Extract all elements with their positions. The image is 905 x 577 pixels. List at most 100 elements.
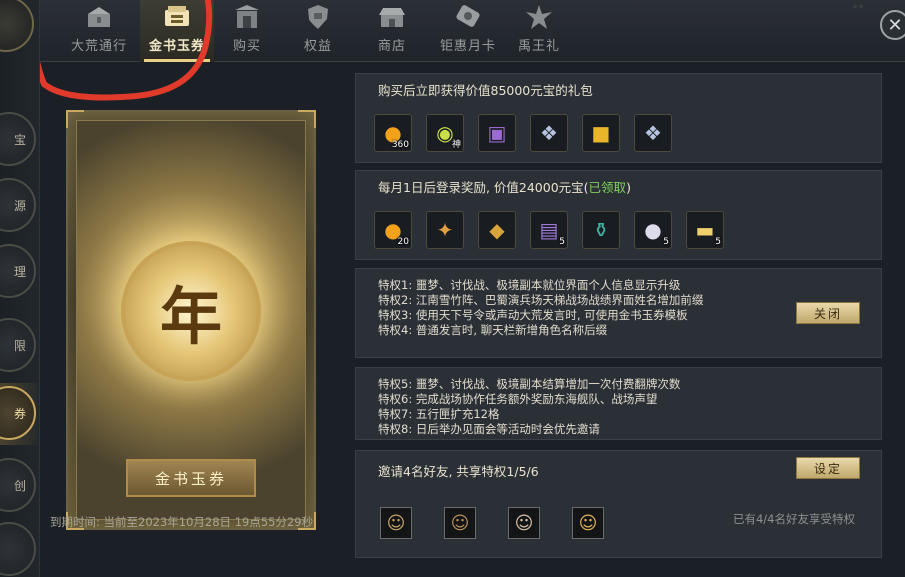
- tab-yuwang-gift[interactable]: 禹王礼: [502, 0, 576, 62]
- privilege-line: 特权1: 噩梦、讨伐战、极境副本就位界面个人信息显示升级: [378, 278, 681, 292]
- tab-benefits[interactable]: 权益: [281, 0, 355, 62]
- sidebar-item-2[interactable]: 源: [0, 178, 36, 232]
- card-banner: 金书玉券: [126, 459, 256, 497]
- friend-avatar-icon[interactable]: ☺: [444, 507, 476, 539]
- shared-friends-note: 已有4/4名好友享受特权: [732, 512, 855, 526]
- tab-purchase[interactable]: 购买: [210, 0, 284, 62]
- privilege-line: 特权5: 噩梦、讨伐战、极境副本结算增加一次付费翻牌次数: [378, 377, 681, 391]
- close-icon: ✕: [887, 14, 903, 36]
- shop-icon: [377, 3, 407, 31]
- tab-dahuang-pass[interactable]: 大荒通行: [62, 0, 136, 62]
- setup-button[interactable]: 设定: [796, 457, 860, 479]
- monthly-title-suffix: ): [626, 180, 631, 195]
- avatar-glyph: ☺: [514, 512, 534, 534]
- left-sidebar: 宝 源 理 限 券 创: [0, 0, 40, 577]
- divine-orb-icon[interactable]: ◉ 神: [426, 114, 464, 152]
- privilege-line: 特权4: 普通发言时, 聊天栏新增角色名称后缀: [378, 323, 608, 337]
- pearl-icon[interactable]: ● 5: [634, 211, 672, 249]
- pass-card-panel: 年 金书玉券: [42, 72, 344, 562]
- sidebar-item-label: 限: [13, 338, 26, 353]
- friend-avatar-row: ☺ ☺ ☺ ☺: [380, 507, 604, 539]
- item-qty: 5: [559, 237, 565, 247]
- friend-avatar-icon[interactable]: ☺: [508, 507, 540, 539]
- corner-ornament: [298, 110, 316, 128]
- close-button[interactable]: ✕: [880, 10, 905, 40]
- item-glyph: ▣: [487, 121, 507, 145]
- item-qty: 5: [715, 237, 721, 247]
- tab-label: 大荒通行: [70, 39, 127, 54]
- silver-box-icon[interactable]: ❖: [530, 114, 568, 152]
- jade-vase-icon[interactable]: ⚱: [582, 211, 620, 249]
- privileges-section-1: 特权1: 噩梦、讨伐战、极境副本就位界面个人信息显示升级 特权2: 江南雪竹阵、…: [355, 268, 882, 358]
- tab-label: 钜惠月卡: [439, 39, 496, 54]
- tab-label: 禹王礼: [517, 39, 560, 54]
- tab-label: 金书玉券: [148, 39, 205, 54]
- gold-chest-icon[interactable]: ■: [582, 114, 620, 152]
- privilege-line: 特权8: 日后举办见面会等活动时会优先邀请: [378, 422, 600, 436]
- card-icon: [453, 3, 483, 31]
- tab-gold-book[interactable]: 金书玉券: [140, 0, 214, 62]
- expiry-text: 到期时间: 当前至2023年10月28日 19点55分29秒: [50, 515, 314, 529]
- sidebar-item-7[interactable]: [0, 522, 36, 576]
- gold-token-icon[interactable]: ◆: [478, 211, 516, 249]
- avatar-glyph: ☺: [386, 512, 406, 534]
- top-tab-bar: 大荒通行 金书玉券 购买 权益 商店 钜惠月卡 禹王礼 ◦◦: [0, 0, 905, 62]
- item-glyph: ●: [644, 218, 662, 242]
- sidebar-item-label: 券: [13, 406, 26, 421]
- item-glyph: ✦: [436, 218, 454, 242]
- sidebar-item-6[interactable]: 创: [0, 458, 36, 512]
- corner-ornament: [66, 110, 84, 128]
- gold-book-card: 年 金书玉券: [66, 110, 316, 530]
- year-seal: 年: [121, 241, 261, 381]
- tab-label: 商店: [377, 39, 406, 54]
- privileges-section-2: 特权5: 噩梦、讨伐战、极境副本结算增加一次付费翻牌次数 特权6: 完成战场协作…: [355, 367, 882, 440]
- item-glyph: ▤: [539, 218, 559, 242]
- item-glyph: ◆: [489, 218, 505, 242]
- tab-shop[interactable]: 商店: [355, 0, 429, 62]
- privilege-line: 特权3: 使用天下号令或声动大荒发言时, 可使用金书玉券模板: [378, 308, 688, 322]
- friend-avatar-icon[interactable]: ☺: [572, 507, 604, 539]
- chest-icon: [84, 3, 114, 31]
- privilege-list: 特权5: 噩梦、讨伐战、极境副本结算增加一次付费翻牌次数 特权6: 完成战场协作…: [378, 377, 778, 437]
- avatar-glyph: ☺: [450, 512, 470, 534]
- crystal-gift-icon[interactable]: ✦: [426, 211, 464, 249]
- sidebar-item-label: 理: [13, 264, 26, 279]
- seal-character: 年: [159, 280, 222, 353]
- item-glyph: ⚱: [592, 218, 610, 242]
- claimed-status: 已领取: [588, 180, 627, 195]
- menu-logo-icon[interactable]: [0, 0, 34, 52]
- avatar-glyph: ☺: [578, 512, 598, 534]
- monthly-title-prefix: 每月1日后登录奖励, 价值24000元宝(: [378, 180, 589, 195]
- monthly-reward-section: 每月1日后登录奖励, 价值24000元宝(已领取) ● 20 ✦ ◆ ▤ 5 ⚱ ●…: [355, 170, 882, 260]
- gold-orb-icon[interactable]: ● 360: [374, 114, 412, 152]
- privilege-line: 特权6: 完成战场协作任务额外奖励东海舰队、战场声望: [378, 392, 658, 406]
- gold-ingot-icon[interactable]: ▬ 5: [686, 211, 724, 249]
- gold-book-icon: [162, 3, 192, 31]
- gold-orb-icon[interactable]: ● 20: [374, 211, 412, 249]
- ornament-icon: ◦◦: [852, 2, 864, 13]
- sidebar-item-3[interactable]: 理: [0, 244, 36, 298]
- item-glyph: ▬: [695, 218, 715, 242]
- tab-monthly-card[interactable]: 钜惠月卡: [428, 0, 508, 62]
- item-glyph: ❖: [644, 121, 662, 145]
- item-qty: 20: [397, 237, 409, 247]
- sidebar-item-label: 源: [13, 198, 26, 213]
- tab-label: 权益: [303, 39, 332, 54]
- privilege-line: 特权2: 江南雪竹阵、巴蜀演兵场天梯战场战绩界面姓名增加前缀: [378, 293, 704, 307]
- privilege-list: 特权1: 噩梦、讨伐战、极境副本就位界面个人信息显示升级 特权2: 江南雪竹阵、…: [378, 278, 778, 338]
- close-privilege-button[interactable]: 关闭: [796, 302, 860, 324]
- friend-avatar-icon[interactable]: ☺: [380, 507, 412, 539]
- shield-icon: [303, 3, 333, 31]
- tab-label: 购买: [232, 39, 261, 54]
- card-banner-label: 金书玉券: [154, 469, 227, 488]
- silver-box-icon[interactable]: ❖: [634, 114, 672, 152]
- sidebar-item-4[interactable]: 限: [0, 318, 36, 372]
- card-glow: 年 金书玉券: [76, 120, 306, 520]
- sidebar-item-1[interactable]: 宝: [0, 112, 36, 166]
- invite-title: 邀请4名好友, 共享特权1/5/6: [378, 464, 539, 479]
- purple-scroll-icon[interactable]: ▤ 5: [530, 211, 568, 249]
- sidebar-item-label: 宝: [13, 132, 26, 147]
- purple-chest-icon[interactable]: ▣: [478, 114, 516, 152]
- sidebar-item-label: 创: [13, 478, 26, 493]
- purchase-gift-section: 购买后立即获得价值85000元宝的礼包 ● 360 ◉ 神 ▣ ❖ ■ ❖: [355, 73, 882, 163]
